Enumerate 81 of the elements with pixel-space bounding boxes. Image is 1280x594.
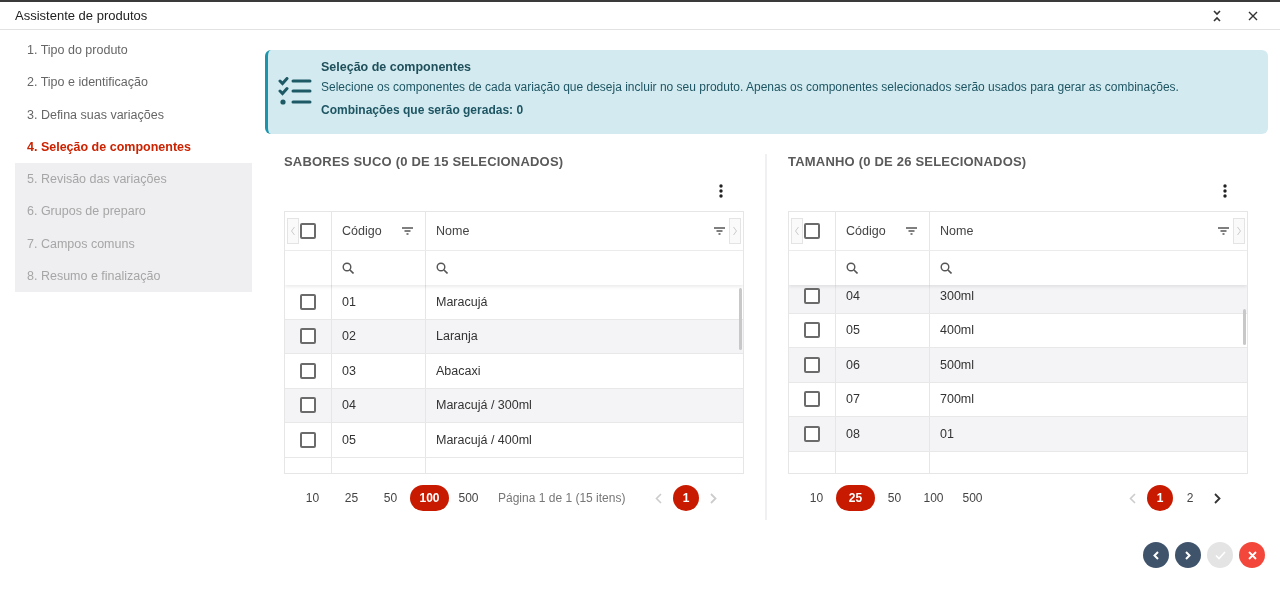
page-number[interactable]: 1 (1147, 485, 1173, 511)
panel-title: SABORES SUCO (0 DE 15 SELECIONADOS) (284, 154, 565, 171)
page-size-option[interactable]: 100 (410, 485, 449, 511)
step-item[interactable]: 3. Defina suas variações (15, 98, 252, 131)
close-icon (1247, 550, 1257, 560)
filter-icon[interactable] (906, 227, 917, 235)
next-button[interactable] (1175, 542, 1201, 568)
more-options-icon[interactable] (719, 184, 723, 198)
info-text: Selecione os componentes de cada variação que deseja incluir no seu produto. Apenas os componentes selecionados serão usados para gerar as combinações. (321, 80, 1179, 94)
table-cell-text: 700ml (939, 391, 976, 409)
step-item[interactable]: 4. Seleção de componentes (15, 130, 252, 164)
step-item[interactable]: 1. Tipo do produto (15, 34, 252, 67)
table-cell: 07 (836, 382, 930, 416)
row-checkbox[interactable] (804, 322, 820, 339)
page-number[interactable]: 1 (673, 485, 699, 511)
row-checkbox[interactable] (300, 328, 316, 345)
table-cell: 01 (332, 285, 426, 319)
cancel-button[interactable] (1239, 542, 1265, 568)
table-cell: 08 (836, 417, 930, 451)
table-cell-text: Maracujá / 300ml (435, 397, 533, 415)
table-cell: 06 (836, 348, 930, 382)
step-item[interactable]: 2. Tipo e identificação (15, 66, 252, 99)
page-number[interactable]: 2 (1177, 485, 1203, 511)
row-checkbox[interactable] (804, 287, 820, 304)
checklist-icon (278, 77, 312, 107)
table-cell-text: 500ml (939, 356, 976, 374)
close-icon[interactable] (1248, 10, 1258, 21)
panel-title: TAMANHO (0 DE 26 SELECIONADOS) (788, 154, 1028, 171)
row-checkbox[interactable] (804, 356, 820, 373)
page-size-option[interactable]: 25 (836, 485, 875, 511)
page-size-option[interactable]: 50 (875, 485, 914, 511)
page-size-option[interactable]: 50 (371, 485, 410, 511)
page-size-option[interactable]: 10 (797, 485, 836, 511)
page-size-option[interactable]: 25 (332, 485, 371, 511)
chevron-right-icon (1185, 550, 1191, 560)
column-header[interactable]: Nome (436, 224, 470, 238)
table-cell: 04 (836, 285, 930, 313)
info-title: Seleção de componentes (321, 60, 473, 74)
table-cell-text: Laranja (435, 328, 479, 346)
column-header[interactable]: Nome (940, 224, 974, 238)
page-size-option[interactable]: 100 (914, 485, 953, 511)
table-cell-text: 400ml (939, 322, 976, 340)
table-cell: 05 (332, 423, 426, 457)
column-header[interactable]: Código (342, 224, 382, 238)
filter-icon[interactable] (714, 227, 725, 235)
back-button[interactable] (1143, 542, 1169, 568)
page-info: Página 1 de 1 (15 itens) (498, 491, 626, 505)
search-icon (342, 262, 354, 274)
table-cell: 03 (332, 354, 426, 388)
combinations-count: Combinações que serão geradas: 0 (321, 103, 525, 117)
page-size-option[interactable]: 500 (953, 485, 992, 511)
search-icon (940, 262, 952, 274)
table-cell-text: Abacaxi (435, 362, 482, 380)
table-cell: 02 (332, 319, 426, 353)
table-cell: 05 (836, 313, 930, 347)
row-checkbox[interactable] (300, 362, 316, 379)
more-options-icon[interactable] (1223, 184, 1227, 198)
table-cell: 04 (332, 388, 426, 422)
search-icon (846, 262, 858, 274)
select-all-checkbox[interactable] (804, 223, 820, 239)
table-cell-text: 01 (939, 425, 955, 443)
row-checkbox[interactable] (300, 293, 316, 310)
collapse-icon[interactable] (1212, 9, 1222, 22)
row-checkbox[interactable] (804, 391, 820, 408)
checkmark-icon (1214, 550, 1226, 560)
page-size-option[interactable]: 500 (449, 485, 488, 511)
page-size-option[interactable]: 10 (293, 485, 332, 511)
window-title: Assistente de produtos (15, 8, 148, 23)
table-cell-text: Maracujá / 400ml (435, 431, 533, 449)
table-cell-text: 300ml (939, 287, 976, 305)
column-header[interactable]: Código (846, 224, 886, 238)
filter-icon[interactable] (402, 227, 413, 235)
row-checkbox[interactable] (300, 397, 316, 414)
row-checkbox[interactable] (804, 425, 820, 442)
select-all-checkbox[interactable] (300, 223, 316, 239)
chevron-left-icon (1153, 550, 1159, 560)
next-page-icon[interactable] (1214, 492, 1221, 504)
search-icon (436, 262, 448, 274)
row-checkbox[interactable] (300, 431, 316, 448)
table-cell-text: Maracujá (435, 293, 489, 311)
filter-icon[interactable] (1218, 227, 1229, 235)
